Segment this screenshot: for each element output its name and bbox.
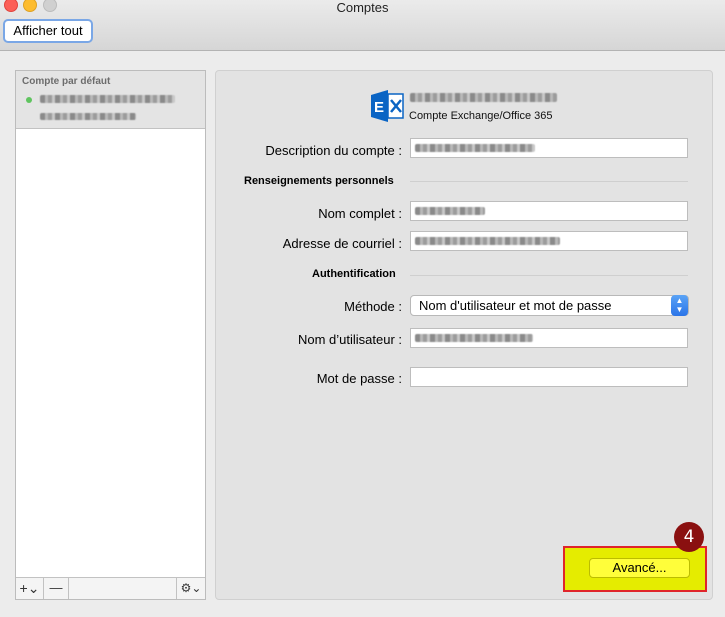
- email-field[interactable]: [410, 231, 688, 251]
- account-actions-gear-icon[interactable]: ⚙⌄: [176, 578, 205, 599]
- step-number-badge: 4: [674, 522, 704, 552]
- personal-section-heading: Renseignements personnels: [244, 175, 394, 187]
- account-email-redacted: [40, 95, 175, 103]
- auth-section-heading: Authentification: [312, 268, 396, 280]
- account-status-dot: [26, 97, 32, 103]
- advanced-button-highlight: Avancé...: [563, 546, 707, 592]
- personal-section-divider: [410, 181, 688, 182]
- exchange-icon: E: [371, 90, 404, 122]
- account-list-item[interactable]: Compte par défaut: [16, 71, 205, 129]
- accounts-sidebar: Compte par défaut +⌄ — ⚙⌄: [15, 70, 206, 600]
- account-type-label: Compte Exchange/Office 365: [409, 110, 553, 122]
- chevron-up-down-icon: ▲ ▼: [671, 295, 688, 316]
- window-title: Comptes: [336, 0, 389, 15]
- password-field[interactable]: [410, 367, 688, 387]
- full-name-value-redacted: [415, 207, 485, 215]
- description-value-redacted: [415, 144, 535, 152]
- account-details-panel: E Compte Exchange/Office 365 Description…: [215, 70, 713, 600]
- method-select[interactable]: Nom d'utilisateur et mot de passe ▲ ▼: [410, 295, 689, 316]
- add-account-button[interactable]: +⌄: [16, 578, 44, 599]
- full-name-field[interactable]: [410, 201, 688, 221]
- advanced-button[interactable]: Avancé...: [589, 558, 690, 578]
- default-account-header: Compte par défaut: [22, 76, 111, 87]
- auth-section-divider: [410, 275, 688, 276]
- username-field[interactable]: [410, 328, 688, 348]
- description-label: Description du compte :: [265, 143, 402, 158]
- description-field[interactable]: [410, 138, 688, 158]
- method-selected-value: Nom d'utilisateur et mot de passe: [419, 298, 612, 313]
- remove-account-button[interactable]: —: [44, 578, 69, 599]
- email-value-redacted: [415, 237, 560, 245]
- title-bar: Comptes Afficher tout: [0, 0, 725, 51]
- method-label: Méthode :: [344, 299, 402, 314]
- full-name-label: Nom complet :: [318, 206, 402, 221]
- account-name-redacted: [410, 93, 557, 102]
- account-subtitle-redacted: [40, 113, 136, 120]
- password-label: Mot de passe :: [316, 371, 402, 386]
- svg-text:E: E: [374, 99, 384, 116]
- username-value-redacted: [415, 334, 533, 342]
- sidebar-footer: +⌄ — ⚙⌄: [16, 577, 205, 599]
- username-label: Nom d’utilisateur :: [297, 332, 402, 347]
- email-label: Adresse de courriel :: [282, 236, 402, 251]
- show-all-button[interactable]: Afficher tout: [3, 19, 93, 43]
